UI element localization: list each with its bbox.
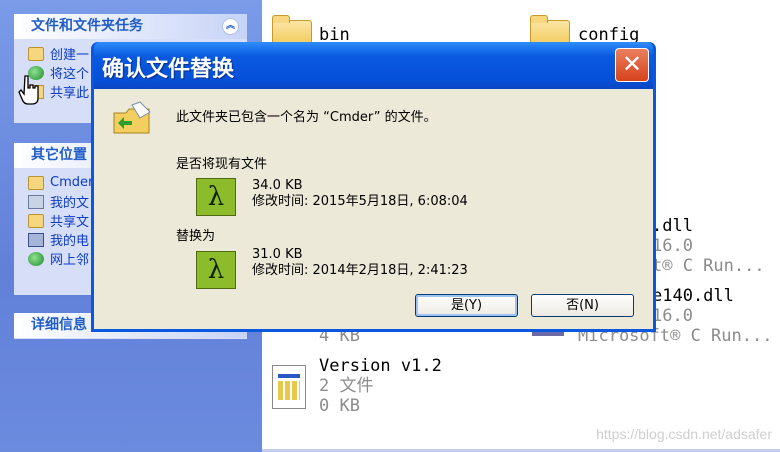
folder-icon xyxy=(28,175,44,190)
no-button[interactable]: 否(N) xyxy=(531,294,634,317)
dialog-title-bar[interactable]: 确认文件替换 ✕ xyxy=(94,42,653,89)
dialog-message: 此文件夹已包含一个名为 “Cmder” 的文件。 xyxy=(176,110,437,125)
new-file-size: 31.0 KB xyxy=(252,247,303,262)
other-places-title: 其它位置 xyxy=(31,147,87,163)
file-version: 16.0 xyxy=(652,236,693,256)
network-icon xyxy=(28,251,44,266)
my-computer-icon xyxy=(28,232,44,247)
task-item-label: 创建一 xyxy=(50,48,90,63)
close-button[interactable]: ✕ xyxy=(615,48,649,82)
file-item-dll-1[interactable]: .dll 16.0 t® C Run... xyxy=(652,216,765,276)
details-title: 详细信息 xyxy=(31,317,87,333)
lambda-app-icon: λ xyxy=(196,251,236,289)
file-tasks-header[interactable]: 文件和文件夹任务 ︽ xyxy=(14,14,247,39)
file-name: Version v1.2 xyxy=(319,356,442,376)
file-description: t® C Run... xyxy=(652,256,765,276)
dialog-body: 此文件夹已包含一个名为 “Cmder” 的文件。 是否将现有文件 λ 34.0 … xyxy=(94,89,653,329)
file-name: .dll xyxy=(652,216,693,236)
watermark: https://blog.csdn.net/adsafer xyxy=(596,426,772,442)
shared-documents-icon xyxy=(28,213,44,228)
place-item-label: 网上邻 xyxy=(50,253,90,268)
close-icon: ✕ xyxy=(621,50,643,78)
folder-replace-icon xyxy=(113,101,151,134)
new-file-modified: 修改时间: 2014年2月18日, 2:41:23 xyxy=(252,263,468,278)
place-item-label: 共享文 xyxy=(50,215,90,230)
confirm-file-replace-dialog: 确认文件替换 ✕ 此文件夹已包含一个名为 “Cmder” 的文件。 是否将现有文… xyxy=(91,42,656,332)
place-item-label: 我的文 xyxy=(50,196,90,211)
place-item-label: 我的电 xyxy=(50,234,90,249)
existing-file-info: 34.0 KB 修改时间: 2015年5月18日, 6:08:04 xyxy=(252,178,468,210)
file-type: 2 文件 xyxy=(319,376,374,396)
my-documents-icon xyxy=(28,194,44,209)
dialog-title: 确认文件替换 xyxy=(102,57,235,82)
replace-question-label: 是否将现有文件 xyxy=(176,157,268,172)
hand-cursor-icon xyxy=(18,75,39,105)
task-item-label: 共享此 xyxy=(50,86,90,101)
document-icon[interactable] xyxy=(272,365,306,409)
file-tasks-title: 文件和文件夹任务 xyxy=(31,18,143,34)
file-size: 0 KB xyxy=(319,396,360,416)
place-item-label: Cmder xyxy=(50,175,94,190)
new-folder-icon xyxy=(28,46,44,61)
collapse-icon[interactable]: ︽ xyxy=(222,18,239,35)
yes-button[interactable]: 是(Y) xyxy=(415,294,518,317)
new-file-info: 31.0 KB 修改时间: 2014年2月18日, 2:41:23 xyxy=(252,247,468,279)
existing-file-modified: 修改时间: 2015年5月18日, 6:08:04 xyxy=(252,194,468,209)
existing-file-size: 34.0 KB xyxy=(252,178,303,193)
file-item-version[interactable]: Version v1.2 2 文件 0 KB xyxy=(319,356,442,416)
lambda-app-icon: λ xyxy=(196,178,236,216)
replace-with-label: 替换为 xyxy=(176,229,216,244)
task-item-label: 将这个 xyxy=(50,67,90,82)
